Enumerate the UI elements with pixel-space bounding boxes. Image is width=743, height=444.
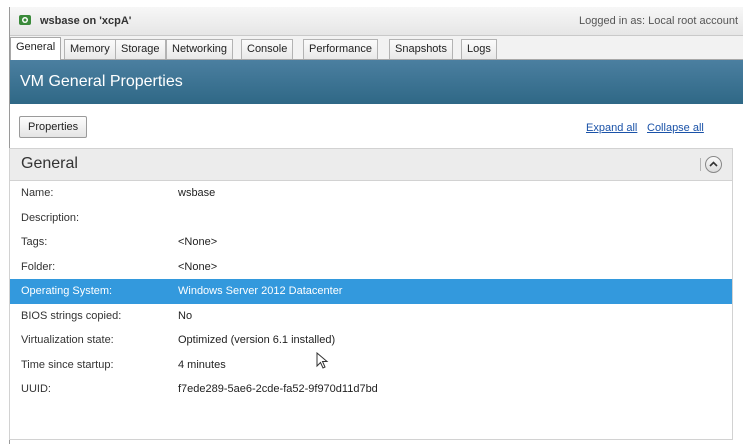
property-row-operating-system[interactable]: Operating System: Windows Server 2012 Da… (10, 279, 732, 304)
property-value: No (178, 309, 193, 322)
property-row-uuid[interactable]: UUID: f7ede289-5ae6-2cde-fa52-9f970d11d7… (10, 377, 732, 402)
tab-console[interactable]: Console (241, 39, 294, 59)
property-key: Description: (21, 211, 80, 224)
tab-general[interactable]: General (10, 37, 62, 60)
property-list: Name: wsbase Description: Tags: <None> F… (10, 181, 732, 402)
property-row-time-since-startup[interactable]: Time since startup: 4 minutes (10, 353, 732, 378)
window-title: wsbase on 'xcpA' (40, 15, 132, 27)
property-row-bios-strings[interactable]: BIOS strings copied: No (10, 304, 732, 329)
property-row-tags[interactable]: Tags: <None> (10, 230, 732, 255)
expand-all-link[interactable]: Expand all (586, 122, 637, 134)
mouse-pointer-icon (316, 352, 329, 369)
properties-toolbar: Properties Expand all Collapse all (10, 104, 743, 150)
property-value: 4 minutes (178, 358, 226, 371)
tab-snapshots[interactable]: Snapshots (389, 39, 453, 59)
property-value: f7ede289-5ae6-2cde-fa52-9f970d11d7bd (178, 383, 378, 395)
property-key: Name: (21, 187, 54, 199)
login-user: Local root account (648, 15, 738, 27)
property-row-description[interactable]: Description: (10, 206, 732, 231)
login-label: Logged in as: (578, 15, 646, 27)
property-key: UUID: (21, 383, 51, 395)
header-divider (700, 158, 701, 171)
tab-performance[interactable]: Performance (303, 39, 378, 59)
property-row-virtualization-state[interactable]: Virtualization state: Optimized (version… (10, 328, 732, 353)
general-section: General Name: wsbase Description: Tags: … (9, 148, 733, 440)
section-header[interactable]: General (10, 149, 732, 181)
property-key: Operating System: (21, 285, 113, 297)
property-row-folder[interactable]: Folder: <None> (10, 255, 732, 280)
tab-bar: General Memory Storage Networking Consol… (10, 36, 743, 60)
tab-storage[interactable]: Storage (115, 39, 166, 59)
login-status: Logged in as: Local root account (579, 15, 738, 27)
title-bar: wsbase on 'xcpA' Logged in as: Local roo… (10, 7, 743, 36)
property-key: Folder: (21, 260, 56, 273)
property-key: Virtualization state: (21, 334, 114, 346)
page-title: VM General Properties (10, 60, 743, 104)
property-key: BIOS strings copied: (21, 309, 122, 322)
collapse-all-link[interactable]: Collapse all (647, 122, 704, 134)
property-row-name[interactable]: Name: wsbase (10, 181, 732, 206)
xencenter-vm-icon (19, 15, 31, 25)
property-key: Tags: (21, 236, 48, 248)
chevron-up-icon (709, 161, 718, 167)
collapse-section-button[interactable] (705, 156, 722, 173)
property-value: <None> (178, 260, 218, 273)
property-key: Time since startup: (21, 358, 114, 371)
property-value: Optimized (version 6.1 installed) (178, 334, 336, 346)
section-title: General (21, 155, 78, 172)
properties-button[interactable]: Properties (19, 116, 88, 138)
property-value: Windows Server 2012 Datacenter (178, 285, 343, 297)
property-value: wsbase (178, 187, 216, 199)
tab-logs[interactable]: Logs (461, 39, 497, 59)
tab-networking[interactable]: Networking (166, 39, 234, 59)
tab-memory[interactable]: Memory (64, 39, 116, 59)
property-value: <None> (178, 236, 218, 248)
